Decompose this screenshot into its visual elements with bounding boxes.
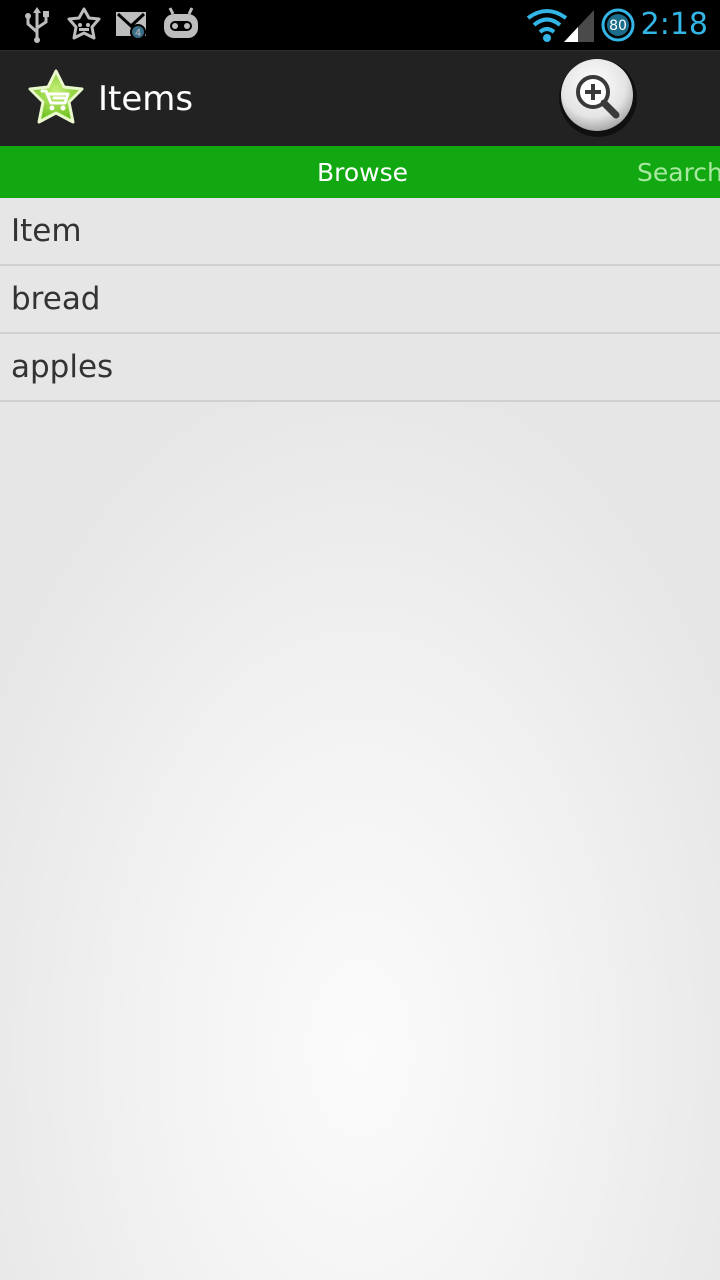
gmail-icon: 4	[116, 12, 146, 40]
tab-search[interactable]: Search	[637, 146, 720, 198]
status-bar: 4 80 2:18	[0, 0, 720, 50]
usb-icon	[25, 7, 49, 43]
item-list: Item bread apples	[0, 198, 720, 402]
zoom-add-icon[interactable]	[556, 55, 640, 139]
list-item-label: Item	[11, 213, 82, 249]
tab-browse[interactable]: Browse	[317, 146, 408, 198]
tab-strip: Browse Search	[0, 146, 720, 198]
clock: 2:18	[640, 7, 708, 42]
list-item[interactable]: Item	[0, 198, 720, 266]
battery-level: 80	[609, 18, 627, 34]
battery-icon: 80	[601, 8, 635, 42]
android-debug-icon	[164, 7, 198, 38]
gmail-count: 4	[135, 28, 141, 39]
signal-icon	[564, 10, 594, 42]
cyanogen-notification-icon	[67, 7, 101, 40]
action-bar: Items	[0, 50, 720, 146]
list-item[interactable]: bread	[0, 266, 720, 334]
shopping-cart-star-icon[interactable]	[24, 67, 88, 131]
list-item[interactable]: apples	[0, 334, 720, 402]
list-item-label: apples	[11, 349, 114, 385]
list-item-label: bread	[11, 281, 101, 317]
page-title: Items	[98, 79, 194, 119]
